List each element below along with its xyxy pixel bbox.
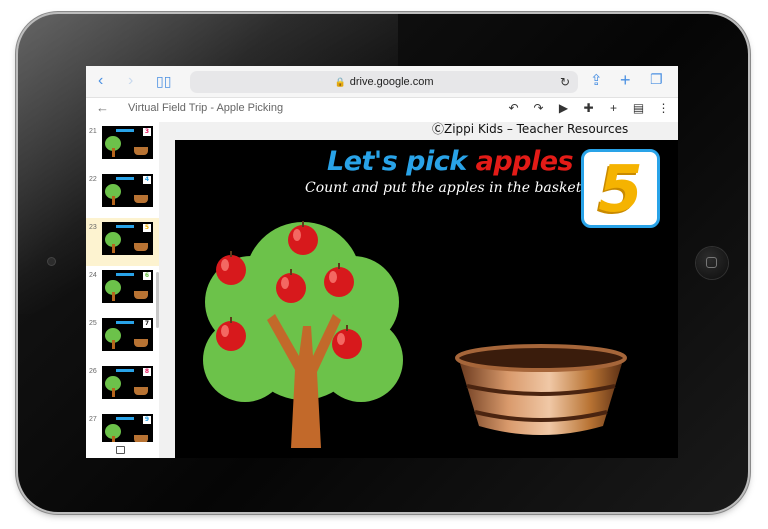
thumbnail-image: 4 <box>102 174 153 207</box>
thumbnail-number: 21 <box>89 128 97 135</box>
thumbnail-count-badge: 8 <box>143 368 151 376</box>
thumbnail-number: 23 <box>89 224 97 231</box>
thumbnail-image: 3 <box>102 126 153 159</box>
thumbnail-basket <box>134 147 148 155</box>
plus-icon[interactable]: + <box>601 101 626 115</box>
home-button[interactable] <box>696 247 728 279</box>
thumbnail-title-mark <box>116 177 134 180</box>
thumbnail-image: 7 <box>102 318 153 351</box>
thumbnail-trunk <box>112 388 115 397</box>
grid-view-icon[interactable] <box>116 446 125 454</box>
slide-thumbnail[interactable]: 26 8 <box>86 362 159 410</box>
share-icon[interactable]: ⇪ <box>590 71 603 89</box>
current-slide: Let's pick apples Count and put the appl… <box>175 140 678 458</box>
browser-toolbar: ‹ › ▯▯ 🔒 drive.google.com ↻ ⇪ + ❐ <box>86 66 678 98</box>
thumbnail-count-badge: 9 <box>143 416 151 424</box>
thumbnail-trunk <box>112 340 115 349</box>
redo-icon[interactable]: ↷ <box>526 101 551 115</box>
thumbnail-basket <box>134 291 148 299</box>
thumbnail-number: 22 <box>89 176 97 183</box>
thumbnail-trunk <box>112 148 115 157</box>
count-badge: 5 <box>581 149 660 228</box>
slide-thumbnail-rail: 21 3 22 4 23 5 24 6 25 7 26 8 27 9 <box>86 122 159 458</box>
thumbnail-count-badge: 7 <box>143 320 151 328</box>
thumbnail-trunk <box>112 196 115 205</box>
reload-icon[interactable]: ↻ <box>560 71 570 93</box>
slide-thumbnail[interactable]: 24 6 <box>86 266 159 314</box>
bookmarks-icon[interactable]: ▯▯ <box>156 73 171 90</box>
count-number: 5 <box>598 153 643 227</box>
thumbnail-number: 25 <box>89 320 97 327</box>
thumbnail-title-mark <box>116 321 134 324</box>
url-text: drive.google.com <box>349 76 434 88</box>
browser-back-icon[interactable]: ‹ <box>98 72 103 90</box>
tablet-screen: ‹ › ▯▯ 🔒 drive.google.com ↻ ⇪ + ❐ ← Virtu… <box>86 66 678 458</box>
thumbnail-trunk <box>112 292 115 301</box>
headline-part1: Let's pick <box>327 146 476 177</box>
apple-tree <box>203 221 403 448</box>
thumbnail-footer <box>86 442 159 458</box>
thumbnail-count-badge: 3 <box>143 128 151 136</box>
apple[interactable] <box>216 251 246 285</box>
thumbnail-basket <box>134 387 148 395</box>
thumbnail-number: 27 <box>89 416 97 423</box>
document-title: Virtual Field Trip - Apple Picking <box>128 102 284 114</box>
arrow-left-icon[interactable]: ← <box>96 100 109 115</box>
slide-canvas-area: Let's pick apples Count and put the appl… <box>159 122 678 458</box>
thumbnail-image: 6 <box>102 270 153 303</box>
undo-icon[interactable]: ↶ <box>501 101 526 115</box>
thumbnail-image: 5 <box>102 222 153 255</box>
thumbnail-title-mark <box>116 273 134 276</box>
camera-icon <box>48 258 55 265</box>
slide-thumbnail[interactable]: 22 4 <box>86 170 159 218</box>
thumbnail-number: 24 <box>89 272 97 279</box>
watermark: ⒸZippi Kids – Teacher Resources <box>432 122 629 136</box>
thumbnail-basket <box>134 195 148 203</box>
more-icon[interactable]: ⋮ <box>651 101 676 115</box>
thumbnail-title-mark <box>116 417 134 420</box>
address-bar[interactable]: 🔒 drive.google.com ↻ <box>190 71 578 93</box>
thumbnail-count-badge: 5 <box>143 224 151 232</box>
slide-headline: Let's pick apples <box>327 146 574 177</box>
thumbnail-number: 26 <box>89 368 97 375</box>
thumbnail-count-badge: 4 <box>143 176 151 184</box>
headline-part2: apples <box>475 146 574 177</box>
browser-forward-icon[interactable]: › <box>128 72 133 90</box>
thumbnail-basket <box>134 243 148 251</box>
thumbnail-basket <box>134 339 148 347</box>
new-tab-icon[interactable]: + <box>620 70 631 91</box>
thumbnail-image: 8 <box>102 366 153 399</box>
slide-subtitle: Count and put the apples in the basket… <box>305 180 596 196</box>
slide-thumbnail[interactable]: 25 7 <box>86 314 159 362</box>
slides-tools: ↶ ↷ ▶ ✚ + ▤ ⋮ <box>501 101 676 115</box>
home-square-icon <box>706 257 717 268</box>
comment-icon[interactable]: ▤ <box>626 101 651 115</box>
slide-thumbnail[interactable]: 23 5 <box>86 218 159 266</box>
thumbnail-title-mark <box>116 369 134 372</box>
thumbnail-count-badge: 6 <box>143 272 151 280</box>
tabs-icon[interactable]: ❐ <box>650 71 663 88</box>
slide-thumbnail[interactable]: 21 3 <box>86 122 159 170</box>
wooden-basket <box>455 344 627 435</box>
thumbnail-title-mark <box>116 129 134 132</box>
thumbnail-trunk <box>112 244 115 253</box>
lock-icon: 🔒 <box>334 77 346 87</box>
add-person-icon[interactable]: ✚ <box>576 101 601 115</box>
thumbnail-title-mark <box>116 225 134 228</box>
play-icon[interactable]: ▶ <box>551 101 576 115</box>
slides-toolbar: ← Virtual Field Trip - Apple Picking ↶ ↷ ▶… <box>86 98 678 120</box>
